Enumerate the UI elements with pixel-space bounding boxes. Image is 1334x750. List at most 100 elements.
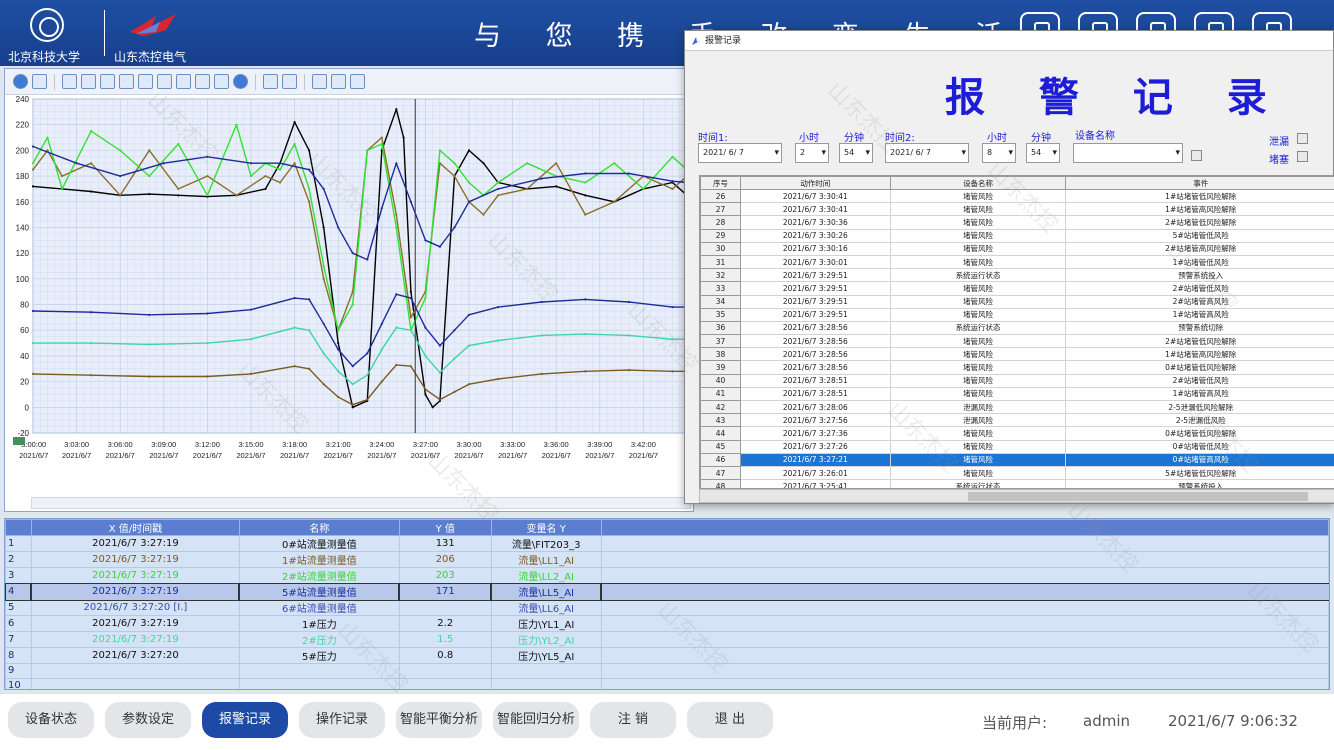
formula-icon[interactable] (350, 74, 365, 89)
series-point-2 (90, 130, 93, 133)
alarm-grid-horizontal-scrollbar[interactable] (699, 489, 1334, 503)
alarm-row[interactable]: 29 2021/6/7 3:30:26 堵管风险 5#站堵管低风险 (700, 228, 1334, 243)
alarm-row[interactable]: 36 2021/6/7 3:28:56 系统运行状态 预警系统切除 (700, 320, 1334, 336)
series-point-0 (264, 187, 267, 191)
alarm-row[interactable]: 40 2021/6/7 3:28:51 堵管风险 2#站堵管低风险 (700, 373, 1334, 388)
row-timestamp: 2021/6/7 3:27:20 (30, 647, 240, 664)
series-point-4 (90, 311, 93, 314)
series-point-2 (46, 136, 49, 139)
alarm-row[interactable]: 39 2021/6/7 3:28:56 堵管风险 0#站堵管低风险解除 (700, 360, 1334, 375)
device-name-select[interactable] (1073, 143, 1183, 163)
alarm-row[interactable]: 45 2021/6/7 3:27:26 堵管风险 0#站堵管低风险 (700, 439, 1334, 454)
alarm-row[interactable]: 44 2021/6/7 3:27:36 堵管风险 0#站堵管低风险解除 (700, 426, 1334, 441)
table-row[interactable]: 5 2021/6/7 3:27:20 [I.] 6#站流量测量值 流量\LL6_AI (5, 599, 1329, 616)
last-icon[interactable] (119, 74, 134, 89)
time1-date-picker[interactable]: 2021/ 6/ 7 (698, 143, 782, 163)
next-page-icon[interactable] (100, 74, 115, 89)
pan-icon[interactable] (176, 74, 191, 89)
time2-minute-select[interactable]: 54 (1026, 143, 1060, 163)
table-row[interactable]: 3 2021/6/7 3:27:19 2#站流量测量值 203 流量\LL2_AI (5, 567, 1329, 584)
pause-icon[interactable] (263, 74, 278, 89)
scrollbar-thumb[interactable] (968, 492, 1308, 501)
alarm-row[interactable]: 26 2021/6/7 3:30:41 堵管风险 1#站堵管低风险解除 (700, 188, 1334, 204)
prev-page-icon[interactable] (81, 74, 96, 89)
row-timestamp: 2021/6/7 3:27:19 (30, 535, 240, 552)
series-point-1 (380, 136, 383, 139)
alarm-row[interactable]: 35 2021/6/7 3:29:51 堵管风险 1#站堵管高风险 (700, 307, 1334, 322)
series-point-2 (31, 162, 35, 165)
table-row[interactable]: 10 (5, 677, 1329, 689)
alarm-row[interactable]: 37 2021/6/7 3:28:56 堵管风险 2#站堵管低风险解除 (700, 334, 1334, 349)
x-cursor-icon[interactable] (331, 74, 346, 89)
alarm-row[interactable]: 47 2021/6/7 3:26:01 堵管风险 5#站堵管低风险解除 (700, 465, 1334, 481)
alarm-row-no: 37 (700, 334, 741, 349)
cursor-icon[interactable] (312, 74, 327, 89)
alarm-row[interactable]: 41 2021/6/7 3:28:51 堵管风险 1#站堵管高风险 (700, 386, 1334, 402)
clock-icon[interactable] (233, 74, 248, 89)
chart-horizontal-scrollbar[interactable] (31, 497, 691, 509)
nav-logout-button[interactable]: 注 销 (590, 702, 676, 738)
alarm-row[interactable]: 28 2021/6/7 3:30:36 堵管风险 2#站堵管低风险解除 (700, 215, 1334, 230)
row-name (238, 677, 400, 689)
nav-balance-analysis-button[interactable]: 智能平衡分析 (396, 702, 482, 738)
time1-hour-select[interactable]: 2 (795, 143, 829, 163)
alarm-row[interactable]: 32 2021/6/7 3:29:51 系统运行状态 预警系统投入 (700, 268, 1334, 283)
x-tick-time: 3:33:00 (500, 440, 525, 449)
series-point-2 (308, 187, 311, 191)
help-icon[interactable] (13, 74, 28, 89)
series-point-3 (424, 239, 427, 242)
toolbar-separator (54, 73, 55, 90)
trend-chart[interactable]: 240220200180160140120100806040200-203:00… (5, 95, 693, 499)
alarm-row-time: 2021/6/7 3:27:21 (739, 452, 891, 467)
nav-regression-analysis-button[interactable]: 智能回归分析 (493, 702, 579, 738)
alarm-row[interactable]: 42 2021/6/7 3:28:06 泄漏风险 2-5泄漏低风险解除 (700, 399, 1334, 415)
series-point-0 (148, 192, 151, 196)
alarm-row[interactable]: 46 2021/6/7 3:27:21 堵管风险 0#站堵管高风险 (700, 452, 1334, 467)
row-name: 2#压力 (238, 631, 400, 648)
nav-operation-records-button[interactable]: 操作记录 (299, 702, 385, 738)
zoom-in-icon[interactable] (138, 74, 153, 89)
table-row[interactable]: 6 2021/6/7 3:27:19 1#压力 2.2 压力\YL1_AI (5, 615, 1329, 632)
table-row[interactable]: 9 (5, 663, 1329, 679)
first-icon[interactable] (62, 74, 77, 89)
alarm-row[interactable]: 34 2021/6/7 3:29:51 堵管风险 2#站堵管高风险 (700, 294, 1334, 309)
table-row[interactable]: 4 2021/6/7 3:27:19 5#站流量测量值 171 流量\LL5_AI (5, 582, 1329, 601)
series-point-4 (337, 348, 340, 351)
chart-legend-icon[interactable] (13, 437, 25, 445)
alarm-row[interactable]: 27 2021/6/7 3:30:41 堵管风险 1#站堵管高风险解除 (700, 202, 1334, 217)
table-row[interactable]: 1 2021/6/7 3:27:19 0#站流量测量值 131 流量\FIT203_3 (5, 535, 1329, 552)
time2-hour-select[interactable]: 8 (982, 143, 1016, 163)
nav-alarm-records-button[interactable]: 报警记录 (202, 702, 288, 738)
alarm-row[interactable]: 30 2021/6/7 3:30:16 堵管风险 2#站堵管高风险解除 (700, 241, 1334, 256)
alarm-row[interactable]: 48 2021/6/7 3:25:41 系统运行状态 预警系统投入 (700, 479, 1334, 488)
alarm-row-event: 1#站堵管高风险解除 (1065, 347, 1334, 362)
alarm-row-no: 47 (700, 465, 741, 481)
time2-date-picker[interactable]: 2021/ 6/ 7 (885, 143, 969, 163)
device-filter-checkbox[interactable] (1191, 150, 1202, 161)
table-row[interactable]: 2 2021/6/7 3:27:19 1#站流量测量值 206 流量\LL1_AI (5, 551, 1329, 568)
time1-minute-select[interactable]: 54 (839, 143, 873, 163)
nav-exit-button[interactable]: 退 出 (687, 702, 773, 738)
x-tick-date: 2021/6/7 (236, 451, 265, 460)
alarm-row[interactable]: 33 2021/6/7 3:29:51 堵管风险 2#站堵管低风险 (700, 281, 1334, 296)
series-point-1 (526, 187, 529, 191)
scale-icon[interactable] (195, 74, 210, 89)
block-checkbox[interactable] (1297, 151, 1308, 162)
chart-icon[interactable] (282, 74, 297, 89)
zoom-out-icon[interactable] (157, 74, 172, 89)
series-point-3 (496, 187, 500, 191)
alarm-record-table: 序号 动作时间 设备名称 事件 26 2021/6/7 3:30:41 堵管风险 1#… (700, 176, 1334, 488)
alarm-row[interactable]: 31 2021/6/7 3:30:01 堵管风险 1#站堵管低风险 (700, 254, 1334, 270)
table-row[interactable]: 7 2021/6/7 3:27:19 2#压力 1.5 压力\YL2_AI (5, 631, 1329, 648)
table-row[interactable]: 8 2021/6/7 3:27:20 5#压力 0.8 压力\YL5_AI (5, 647, 1329, 664)
nav-device-status-button[interactable]: 设备状态 (8, 702, 94, 738)
x-tick-time: 3:12:00 (195, 440, 220, 449)
nav-parameter-settings-button[interactable]: 参数设定 (105, 702, 191, 738)
alarm-row[interactable]: 43 2021/6/7 3:27:56 泄漏风险 2-5泄漏低风险 (700, 413, 1334, 428)
alarm-row[interactable]: 38 2021/6/7 3:28:56 堵管风险 1#站堵管高风险解除 (700, 347, 1334, 362)
alarm-record-grid[interactable]: 序号 动作时间 设备名称 事件 26 2021/6/7 3:30:41 堵管风险 1#… (699, 175, 1334, 489)
leak-checkbox[interactable] (1297, 133, 1308, 144)
select-icon[interactable] (214, 74, 229, 89)
export-icon[interactable] (32, 74, 47, 89)
trend-chart-panel: 240 220 200 180 160 140 120 100 80 60 40 20 0 -20 3:00… (4, 68, 694, 512)
